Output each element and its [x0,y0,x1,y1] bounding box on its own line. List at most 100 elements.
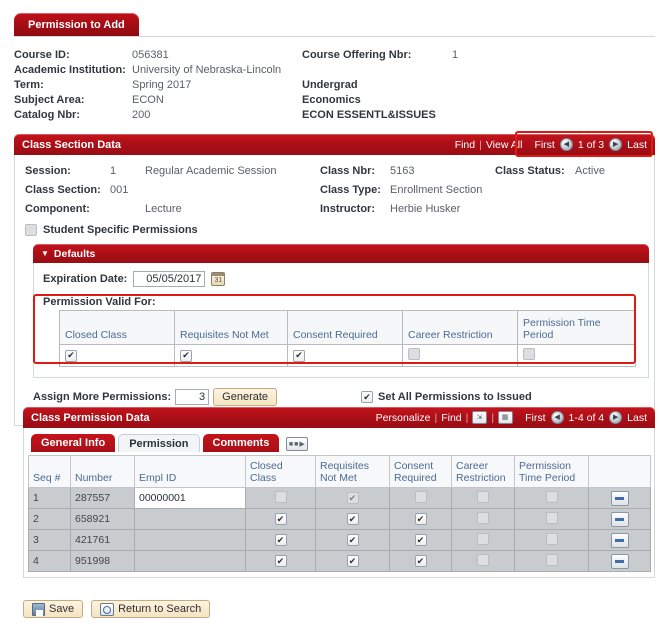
cell-empl-id[interactable] [134,550,246,572]
expand-all-columns-icon[interactable]: ■■▶ [286,437,309,451]
student-specific-permissions-checkbox[interactable] [25,224,37,236]
career-restriction-checkbox[interactable] [477,490,489,503]
default-closed-class-checkbox[interactable] [65,349,77,362]
set-all-permissions-row[interactable]: Set All Permissions to Issued [361,391,532,403]
default-career-restriction-checkbox[interactable] [408,348,420,360]
permission-valid-for-label: Permission Valid For: [43,296,156,308]
cell-requisites-not-met [315,529,390,551]
cell-empl-id[interactable] [134,529,246,551]
return-to-search-button[interactable]: Return to Search [91,600,211,618]
personalize-link[interactable]: Personalize [376,412,431,424]
header-row: Subject Area: ECON Economics [14,93,655,108]
consent-required-checkbox[interactable] [414,555,427,568]
closed-class-checkbox[interactable] [274,534,287,547]
career-restriction-checkbox[interactable] [477,553,489,566]
first-link[interactable]: First [525,412,545,424]
cell-permission-time-period [514,487,589,509]
student-specific-permissions-label: Student Specific Permissions [43,224,198,236]
first-link[interactable]: First [534,139,554,151]
cell-closed-class [245,508,316,530]
tab-comments[interactable]: Comments [202,434,280,452]
cell-permission-time-period [514,529,589,551]
cell-seq: 3 [28,529,71,551]
minus-icon[interactable] [610,553,629,569]
permission-to-add-page: Permission to Add Course ID: 056381 Cour… [0,0,669,631]
table-row: 1 287557 00000001 [28,487,651,509]
permission-time-period-checkbox[interactable] [545,553,558,566]
consent-required-checkbox[interactable] [414,513,427,526]
left-arrow-icon[interactable]: ◀ [550,411,564,424]
class-section-toolbar: Find | View All [455,139,523,151]
cell-number: 658921 [70,508,135,530]
class-nbr-value: 5163 [390,165,415,177]
minus-icon[interactable] [610,532,629,548]
cell-empl-id[interactable]: 00000001 [134,487,246,509]
last-link[interactable]: Last [627,412,647,424]
save-button[interactable]: Save [23,600,84,618]
permission-time-period-checkbox[interactable] [545,490,558,503]
link-separator: | [491,411,495,424]
career-restriction-checkbox[interactable] [477,511,489,524]
minus-icon[interactable] [610,490,629,506]
class-section-data-header: Class Section Data Find | View All First… [14,134,655,155]
permission-time-period-checkbox[interactable] [545,511,558,524]
right-arrow-icon[interactable]: ▶ [609,138,623,151]
triangle-down-icon[interactable]: ▼ [41,249,49,258]
table-row: 2 658921 [28,508,651,530]
left-arrow-icon[interactable]: ◀ [559,138,573,151]
col-delete [588,455,651,488]
course-id-label: Course ID: [14,49,70,61]
tab-general-info-label: General Info [41,437,106,449]
header-row: Academic Institution: University of Nebr… [14,63,655,78]
cell-consent-required [389,508,452,530]
assign-more-permissions-input[interactable] [175,389,210,405]
requisites-not-met-checkbox[interactable] [346,534,359,547]
academic-institution-label: Academic Institution: [14,64,126,76]
col-career-restriction: Career Restriction [451,455,515,488]
subject-area-value: ECON [132,94,164,106]
default-consent-required-checkbox[interactable] [293,349,305,362]
find-link[interactable]: Find [455,139,475,151]
instructor-label: Instructor: [320,203,375,215]
permission-time-period-checkbox[interactable] [545,532,558,545]
consent-required-checkbox[interactable] [414,490,427,503]
requisites-not-met-checkbox[interactable] [346,492,359,505]
minus-icon[interactable] [610,511,629,527]
requisites-not-met-checkbox[interactable] [346,555,359,568]
cell-permission-time-period [514,508,589,530]
last-link[interactable]: Last [627,139,647,151]
career-restriction-checkbox[interactable] [477,532,489,545]
tab-general-info[interactable]: General Info [31,434,116,452]
default-permission-time-period-checkbox[interactable] [523,348,535,360]
academic-institution-value: University of Nebraska-Lincoln [132,64,282,76]
session-descr: Regular Academic Session [145,165,277,177]
tab-permission[interactable]: Permission [118,434,200,452]
requisites-not-met-checkbox[interactable] [346,513,359,526]
component-label: Component: [25,203,90,215]
header-row: Catalog Nbr: 200 ECON ESSENTL&ISSUES [14,108,655,123]
view-all-icon[interactable]: ⇲ [472,411,488,424]
student-specific-permissions-row[interactable]: Student Specific Permissions [25,224,644,236]
calendar-icon[interactable]: 31 [211,272,226,286]
view-all-link[interactable]: View All [486,139,523,151]
set-all-permissions-checkbox[interactable] [361,391,374,403]
cell-permission-time-period [514,550,589,572]
pvf-cell-consent-required [287,344,403,367]
page-tab-bar: Permission to Add [14,13,655,37]
right-arrow-icon[interactable]: ▶ [609,411,623,424]
expiration-date-input[interactable] [133,271,206,287]
closed-class-checkbox[interactable] [274,513,287,526]
defaults-header[interactable]: ▼ Defaults [33,244,649,263]
tab-permission-to-add[interactable]: Permission to Add [14,13,139,37]
cell-empl-id[interactable] [134,508,246,530]
default-requisites-not-met-checkbox[interactable] [180,349,192,362]
closed-class-checkbox[interactable] [274,490,287,503]
find-link[interactable]: Find [441,412,461,424]
consent-required-checkbox[interactable] [414,534,427,547]
generate-button[interactable]: Generate [213,388,278,406]
col-seq: Seq # [28,455,71,488]
download-spreadsheet-icon[interactable]: ▦ [498,411,514,424]
closed-class-checkbox[interactable] [274,555,287,568]
pvf-col-closed-class: Closed Class [59,310,175,345]
class-section-pagination: First ◀ 1 of 3 ▶ Last [534,138,647,151]
